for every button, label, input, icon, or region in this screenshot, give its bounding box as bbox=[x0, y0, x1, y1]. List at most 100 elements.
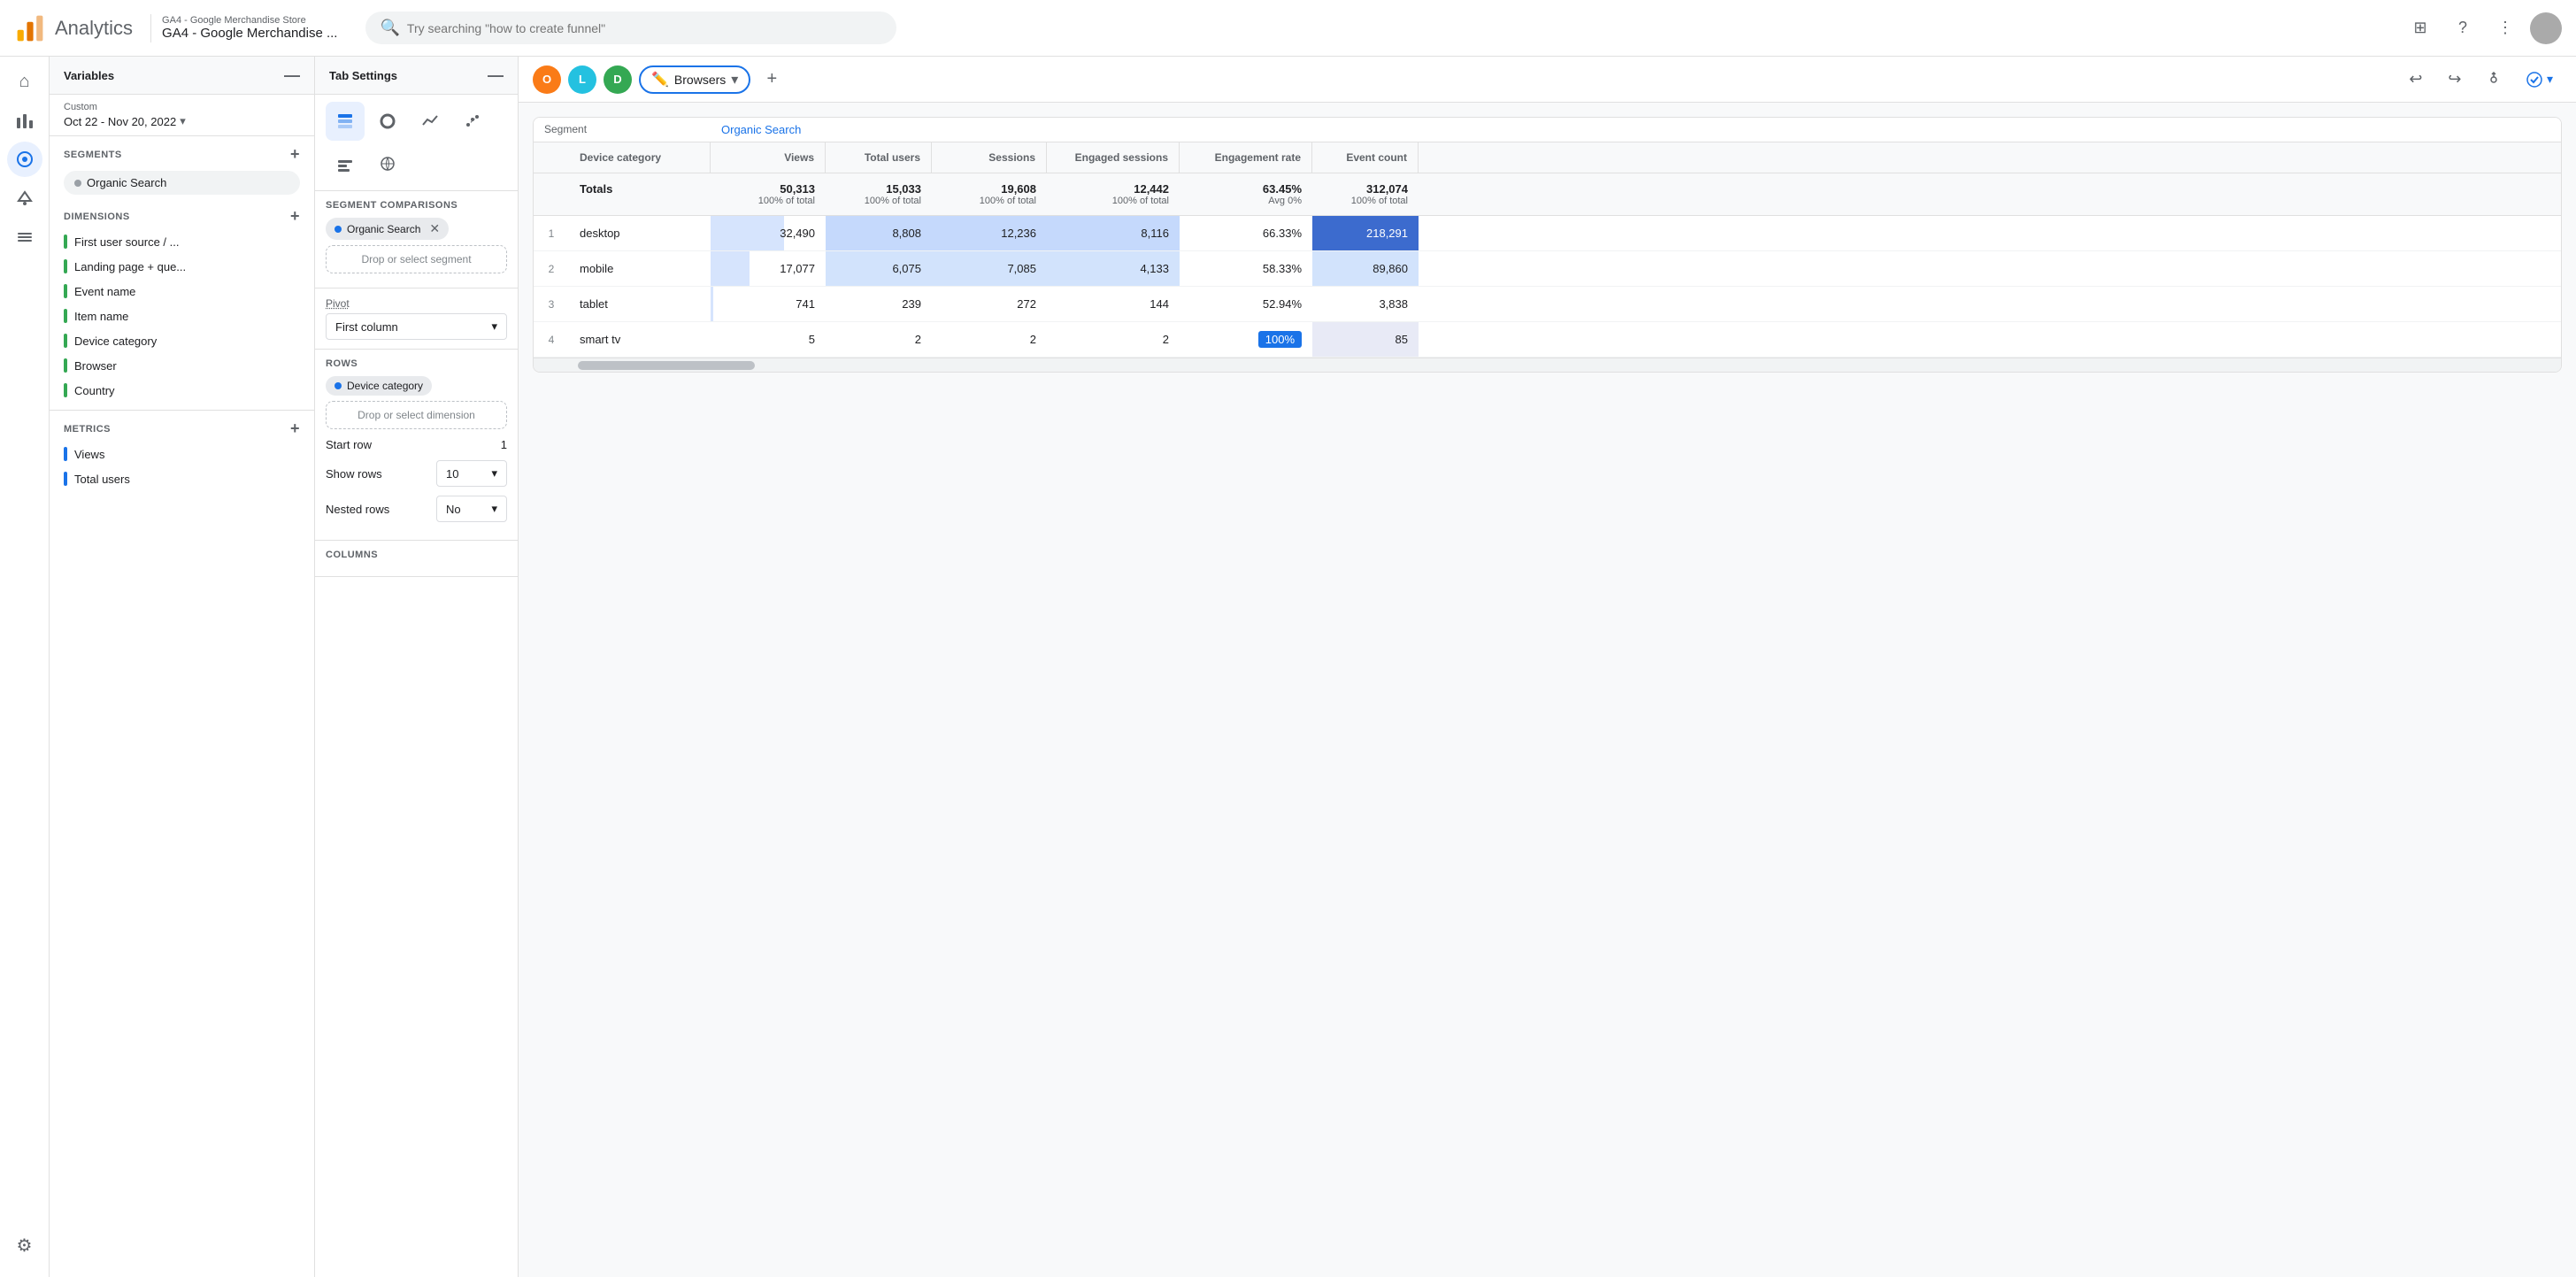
segments-section-header: SEGMENTS + bbox=[50, 136, 314, 167]
users-cell: 6,075 bbox=[826, 251, 932, 286]
add-dimension-button[interactable]: + bbox=[290, 207, 300, 226]
show-rows-setting: Show rows 10 ▾ bbox=[326, 460, 507, 487]
dim-browser[interactable]: Browser bbox=[50, 353, 314, 378]
sidenav-reports[interactable] bbox=[7, 103, 42, 138]
tab-settings-minimize[interactable]: — bbox=[488, 67, 504, 83]
drop-segment-label: Drop or select segment bbox=[361, 253, 471, 265]
dim-item-name[interactable]: Item name bbox=[50, 304, 314, 328]
sessions-val: 272 bbox=[1017, 297, 1036, 311]
add-metric-button[interactable]: + bbox=[290, 419, 300, 438]
users-val: 6,075 bbox=[892, 262, 921, 275]
tab-O[interactable]: O bbox=[533, 65, 561, 94]
users-cell: 8,808 bbox=[826, 216, 932, 250]
share-button[interactable] bbox=[2478, 64, 2510, 96]
app-logo[interactable]: Analytics bbox=[14, 12, 133, 44]
th-sessions[interactable]: Sessions bbox=[932, 142, 1047, 173]
th-num bbox=[534, 142, 569, 173]
engaged-cell: 8,116 bbox=[1047, 216, 1180, 250]
data-table: Segment Organic Search Device category V… bbox=[533, 117, 2562, 373]
totals-engagement-rate: 63.45% Avg 0% bbox=[1180, 173, 1312, 215]
dim-first-user-source[interactable]: First user source / ... bbox=[50, 229, 314, 254]
engaged-val: 4,133 bbox=[1140, 262, 1169, 275]
remove-chip-button[interactable]: ✕ bbox=[429, 221, 440, 236]
rate-val: 52.94% bbox=[1263, 297, 1302, 311]
scatter-view-button[interactable] bbox=[453, 102, 492, 141]
search-input[interactable] bbox=[407, 21, 883, 35]
metric-views[interactable]: Views bbox=[50, 442, 314, 466]
edit-tab-icon: ✏️ bbox=[651, 71, 669, 88]
sidenav-home[interactable]: ⌂ bbox=[7, 64, 42, 99]
metric-total-users[interactable]: Total users bbox=[50, 466, 314, 491]
user-avatar[interactable] bbox=[2530, 12, 2562, 44]
line-view-button[interactable] bbox=[411, 102, 450, 141]
search-bar[interactable]: 🔍 bbox=[365, 12, 896, 44]
donut-view-button[interactable] bbox=[368, 102, 407, 141]
help-icon-button[interactable]: ? bbox=[2445, 11, 2480, 46]
dim-bar-icon bbox=[64, 235, 67, 249]
account-info[interactable]: GA4 - Google Merchandise Store GA4 - Goo… bbox=[162, 15, 337, 41]
tab-settings-panel: Tab Settings — SEGMENT COMPA bbox=[315, 57, 519, 1277]
sidenav-advertising[interactable] bbox=[7, 181, 42, 216]
redo-button[interactable]: ↪ bbox=[2439, 64, 2471, 96]
pivot-select[interactable]: First column ▾ bbox=[326, 313, 507, 340]
th-views[interactable]: Views bbox=[711, 142, 826, 173]
chip-color-icon bbox=[334, 226, 342, 233]
horizontal-scrollbar[interactable] bbox=[534, 358, 2561, 372]
show-rows-select[interactable]: 10 ▾ bbox=[436, 460, 507, 487]
variables-minimize[interactable]: — bbox=[284, 67, 300, 83]
totals-views-pct: 100% of total bbox=[721, 196, 815, 206]
grid-icon-button[interactable]: ⊞ bbox=[2403, 11, 2438, 46]
metrics-title: METRICS bbox=[64, 424, 111, 435]
nested-rows-chevron: ▾ bbox=[491, 502, 497, 516]
dim-country[interactable]: Country bbox=[50, 378, 314, 403]
undo-button[interactable]: ↩ bbox=[2400, 64, 2432, 96]
sidenav-configure[interactable] bbox=[7, 219, 42, 255]
dim-event-name[interactable]: Event name bbox=[50, 279, 314, 304]
engaged-cell: 2 bbox=[1047, 322, 1180, 357]
tab-L[interactable]: L bbox=[568, 65, 596, 94]
comparison-chip-organic[interactable]: Organic Search ✕ bbox=[326, 218, 449, 240]
engaged-cell: 144 bbox=[1047, 287, 1180, 321]
rate-cell: 58.33% bbox=[1180, 251, 1312, 286]
row-num: 3 bbox=[534, 288, 569, 321]
add-segment-button[interactable]: + bbox=[290, 145, 300, 164]
events-val: 3,838 bbox=[1379, 297, 1408, 311]
totals-rate-pct: Avg 0% bbox=[1190, 196, 1302, 206]
date-range-section: Custom Oct 22 - Nov 20, 2022 ▾ bbox=[50, 95, 314, 136]
add-tab-button[interactable]: + bbox=[757, 65, 786, 94]
sidenav-explore[interactable] bbox=[7, 142, 42, 177]
totals-users-pct: 100% of total bbox=[836, 196, 921, 206]
map-view-button[interactable] bbox=[368, 144, 407, 183]
th-device-category[interactable]: Device category bbox=[569, 142, 711, 173]
scrollbar-thumb[interactable] bbox=[578, 361, 755, 370]
more-menu-button[interactable]: ⋮ bbox=[2488, 11, 2523, 46]
row-num: 4 bbox=[534, 323, 569, 357]
th-event-count[interactable]: Event count bbox=[1312, 142, 1419, 173]
sessions-cell: 2 bbox=[932, 322, 1047, 357]
active-tab-dropdown[interactable]: ✏️ Browsers ▾ bbox=[639, 65, 750, 94]
sidenav-settings[interactable]: ⚙ bbox=[7, 1227, 42, 1263]
drop-segment-zone[interactable]: Drop or select segment bbox=[326, 245, 507, 273]
views-val: 17,077 bbox=[780, 262, 815, 275]
tab-D[interactable]: D bbox=[604, 65, 632, 94]
dim-landing-page[interactable]: Landing page + que... bbox=[50, 254, 314, 279]
bar-view-button[interactable] bbox=[326, 144, 365, 183]
segment-comparisons-title: SEGMENT COMPARISONS bbox=[326, 200, 507, 211]
th-total-users[interactable]: Total users bbox=[826, 142, 932, 173]
rows-dimension-chip[interactable]: Device category bbox=[326, 376, 432, 396]
segment-pill-organic[interactable]: Organic Search bbox=[64, 171, 300, 195]
th-engaged-sessions[interactable]: Engaged sessions bbox=[1047, 142, 1180, 173]
nested-rows-select[interactable]: No ▾ bbox=[436, 496, 507, 522]
dim-device-category[interactable]: Device category bbox=[50, 328, 314, 353]
row-num: 1 bbox=[534, 217, 569, 250]
sessions-val: 7,085 bbox=[1007, 262, 1036, 275]
drop-dimension-zone[interactable]: Drop or select dimension bbox=[326, 401, 507, 429]
th-engagement-rate[interactable]: Engagement rate bbox=[1180, 142, 1312, 173]
totals-sessions: 19,608 100% of total bbox=[932, 173, 1047, 215]
table-header: Device category Views Total users Sessio… bbox=[534, 142, 2561, 173]
publish-button[interactable]: ▾ bbox=[2517, 65, 2562, 94]
sessions-cell: 7,085 bbox=[932, 251, 1047, 286]
table-row: 1 desktop 32,490 8,808 12,236 8,116 bbox=[534, 216, 2561, 251]
table-view-button[interactable] bbox=[326, 102, 365, 141]
date-range-picker[interactable]: Oct 22 - Nov 20, 2022 ▾ bbox=[64, 114, 300, 128]
